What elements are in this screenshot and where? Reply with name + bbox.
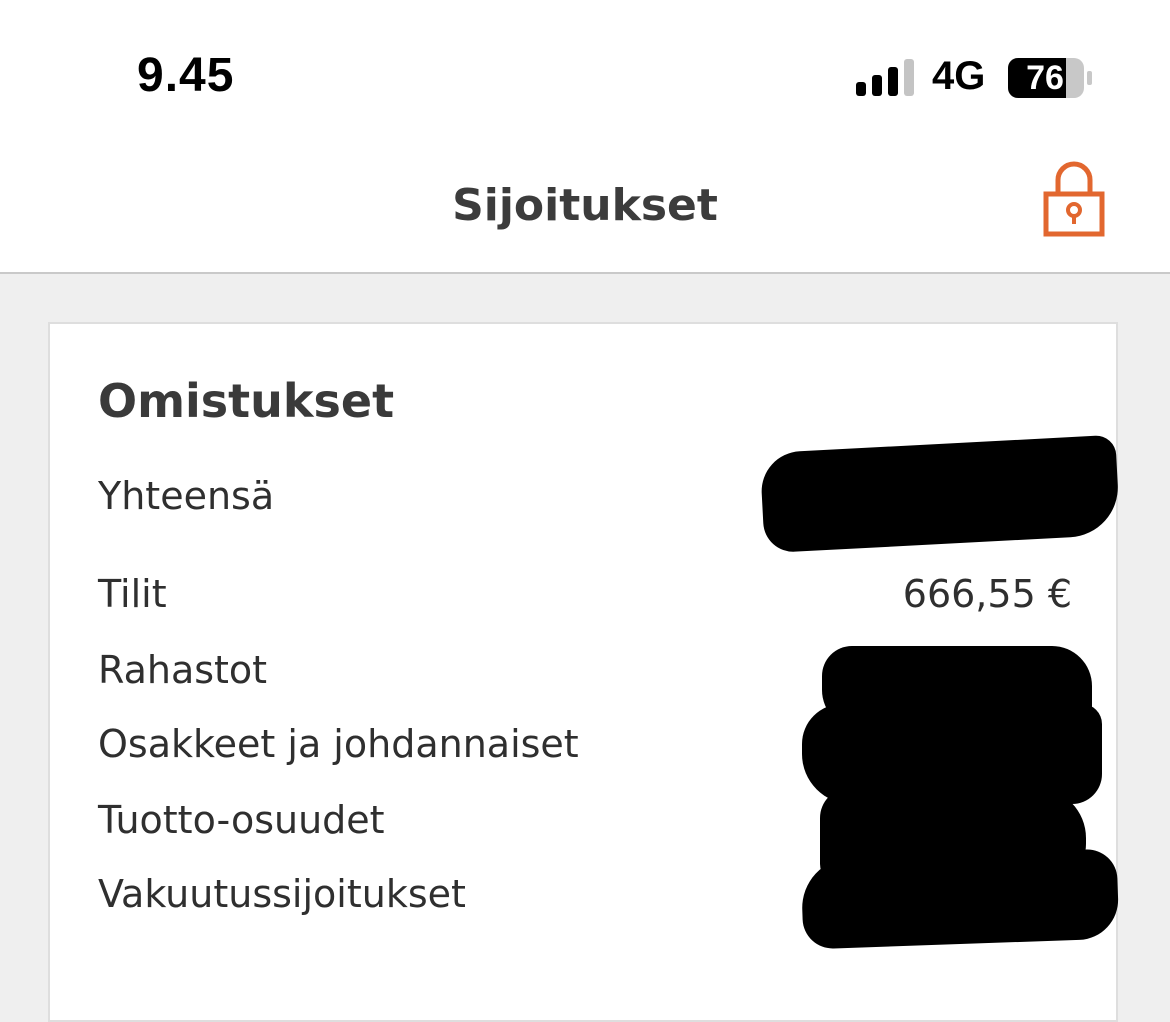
holdings-card: Omistukset Yhteensä Tilit 666,55 € Rahas… (48, 322, 1121, 1022)
app-header: Sijoitukset (0, 140, 1170, 274)
holdings-title: Omistukset (98, 374, 395, 428)
row-label-total: Yhteensä (98, 474, 275, 518)
row-label-insurance-investments: Vakuutussijoitukset (98, 872, 466, 916)
row-value-accounts: 666,55 € (902, 572, 1072, 616)
row-label-stocks-derivatives: Osakkeet ja johdannaiset (98, 722, 579, 766)
lock-button[interactable] (1034, 160, 1114, 244)
status-bar: 9.45 4G 76 (0, 0, 1170, 140)
network-type-label: 4G (932, 54, 986, 98)
row-label-yield-shares: Tuotto-osuudet (98, 798, 385, 842)
row-label-funds: Rahastot (98, 648, 268, 692)
signal-strength-icon (856, 59, 914, 96)
page-title: Sijoitukset (452, 180, 718, 231)
lock-icon (1043, 161, 1105, 237)
status-time: 9.45 (137, 49, 235, 102)
battery-level: 76 (1026, 59, 1064, 97)
row-label-accounts: Tilit (98, 572, 167, 616)
redacted-value (800, 848, 1120, 950)
redacted-value (759, 434, 1121, 554)
